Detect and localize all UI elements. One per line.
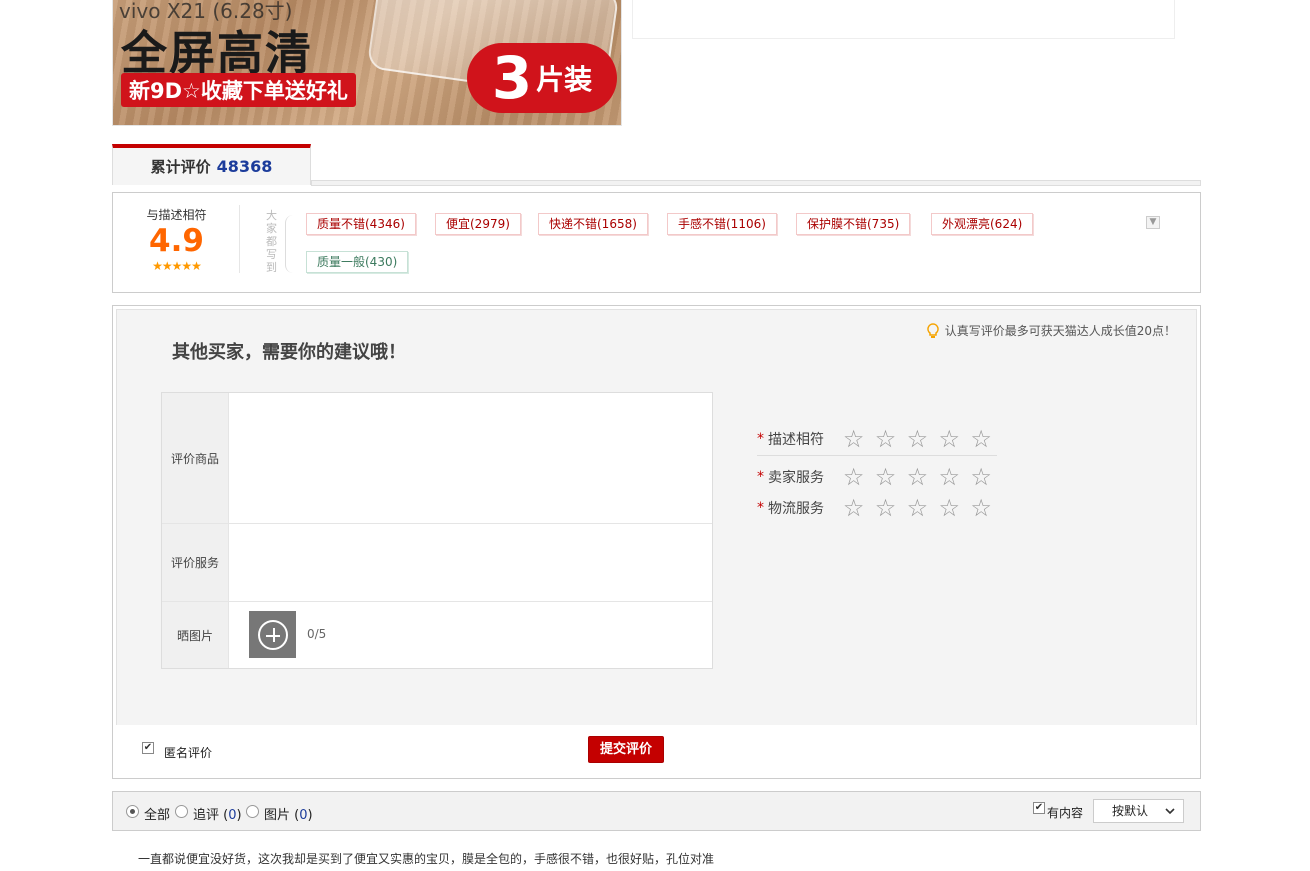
review-filter-bar: 全部 追评 (0) 图片 (0) ✔ 有内容 按默认 [112,791,1201,831]
star-icon[interactable]: ☆ [965,465,997,489]
score-value: 4.9 [149,223,204,259]
rating-label: 卖家服务 [768,470,824,486]
tag-item[interactable]: 外观漂亮(624) [931,213,1034,235]
rating-label: 物流服务 [768,501,824,517]
service-review-textarea[interactable] [230,524,712,601]
rating-label: 描述相符 [768,431,824,448]
star-icon[interactable]: ☆ [901,496,933,520]
filter-label: 全部 [144,808,171,823]
lightbulb-icon [927,322,939,339]
tag-item[interactable]: 便宜(2979) [435,213,521,235]
has-content-checkbox[interactable]: ✔ [1033,802,1045,814]
star-icon[interactable]: ☆ [965,427,997,451]
star-icon[interactable]: ☆ [838,427,870,451]
tag-item[interactable]: 质量不错(4346) [306,213,416,235]
tip-text: 认真写评价最多可获天猫达人成长值20点！ [944,324,1176,338]
filter-label: 图片 [264,808,291,823]
product-banner[interactable]: vivo X21 (6.28寸) 全屏高清 新9D☆收藏下单送好礼 3 片装 [112,0,622,126]
form-title: 其他买家，需要你的建议哦！ [172,342,406,363]
review-text: 一直都说便宜没好货，这次我却是买到了便宜又实惠的宝贝，膜是全包的，手感很不错，也… [138,852,715,866]
anonymous-label: 匿名评价 [164,746,213,760]
radio-photos[interactable] [246,805,259,818]
rating-summary: 与描述相符 4.9 ★★★★★ 大家都写到 质量不错(4346) 便宜(2979… [112,192,1201,293]
form-footer: ✔ 匿名评价 提交评价 [116,725,1197,775]
review-count: 48368 [216,157,273,176]
star-icon[interactable]: ☆ [870,427,902,451]
banner-promo: 新9D☆收藏下单送好礼 [121,73,356,107]
add-photo-button[interactable] [249,611,296,658]
star-icon[interactable]: ☆ [933,496,965,520]
pack-number: 3 [491,44,533,112]
row-service: 评价服务 [162,524,712,602]
tag-item[interactable]: 质量一般(430) [306,251,409,273]
divider [239,205,240,273]
review-tab-bar: 累计评价 48368 [112,144,1201,186]
rating-row-logistics: * 物流服务 ☆ ☆ ☆ ☆ ☆ [757,494,997,522]
submit-review-button[interactable]: 提交评价 [588,736,664,763]
star-icon[interactable]: ☆ [901,465,933,489]
growth-tip: 认真写评价最多可获天猫达人成长值20点！ [927,322,1176,339]
star-icon[interactable]: ☆ [933,427,965,451]
star-icon[interactable]: ☆ [901,427,933,451]
filter-all-label[interactable]: 全部 [144,804,170,823]
top-right-panel [632,0,1175,39]
radio-all[interactable] [126,805,139,818]
tab-cumulative-reviews[interactable]: 累计评价 48368 [112,144,311,185]
pack-unit: 片装 [536,63,593,96]
chevron-down-icon [1165,800,1175,829]
has-content-label: 有内容 [1047,806,1084,820]
star-icon[interactable]: ☆ [838,496,870,520]
dsr-ratings: * 描述相符 ☆ ☆ ☆ ☆ ☆ * 卖家服务 ☆ ☆ ☆ ☆ ☆ * 物流服务… [757,422,997,522]
required-mark: * [757,469,764,485]
radio-follow-up[interactable] [175,805,188,818]
rating-row-description: * 描述相符 ☆ ☆ ☆ ☆ ☆ [757,422,997,456]
rating-row-seller: * 卖家服务 ☆ ☆ ☆ ☆ ☆ [757,460,997,494]
brace-decoration [285,215,293,273]
row-photos: 晒图片 0/5 [162,602,712,668]
score-box: 与描述相符 4.9 ★★★★★ [113,193,240,292]
review-form: 其他买家，需要你的建议哦！ 认真写评价最多可获天猫达人成长值20点！ 评价商品 … [112,305,1201,779]
banner-pack-badge: 3 片装 [467,43,617,113]
row-label: 评价服务 [162,524,229,601]
star-icon[interactable]: ☆ [870,465,902,489]
row-label: 晒图片 [162,602,229,668]
sort-label: 按默认 [1112,804,1149,818]
star-icon[interactable]: ☆ [838,465,870,489]
required-mark: * [757,500,764,516]
sort-select[interactable]: 按默认 [1093,799,1184,823]
required-mark: * [757,430,764,447]
anonymous-checkbox[interactable]: ✔ [142,742,154,754]
star-icon[interactable]: ☆ [870,496,902,520]
filter-count: 0 [299,808,308,823]
tag-item[interactable]: 手感不错(1106) [667,213,777,235]
plus-circle-icon [257,619,288,650]
star-icon[interactable]: ☆ [965,496,997,520]
star-icon[interactable]: ☆ [933,465,965,489]
score-stars-icon: ★★★★★ [152,259,202,273]
review-form-body: 其他买家，需要你的建议哦！ 认真写评价最多可获天猫达人成长值20点！ 评价商品 … [116,309,1197,775]
row-product: 评价商品 [162,393,712,524]
filter-label: 追评 [193,808,220,823]
tab-label: 累计评价 [150,158,211,176]
tag-item[interactable]: 保护膜不错(735) [796,213,911,235]
tag-item[interactable]: 快递不错(1658) [538,213,648,235]
filter-follow-up-label[interactable]: 追评 (0) [193,804,242,823]
filter-count: 0 [228,808,237,823]
everyone-wrote-label: 大家都写到 [266,209,277,274]
photo-count: 0/5 [307,627,327,641]
filter-photos-label[interactable]: 图片 (0) [264,804,313,823]
row-label: 评价商品 [162,393,229,523]
chevron-down-icon[interactable]: ▼ [1146,216,1160,229]
match-label: 与描述相符 [146,208,207,222]
tab-underline [311,180,1201,186]
review-input-grid: 评价商品 评价服务 晒图片 0/5 [161,392,713,669]
product-review-textarea[interactable] [230,393,712,523]
